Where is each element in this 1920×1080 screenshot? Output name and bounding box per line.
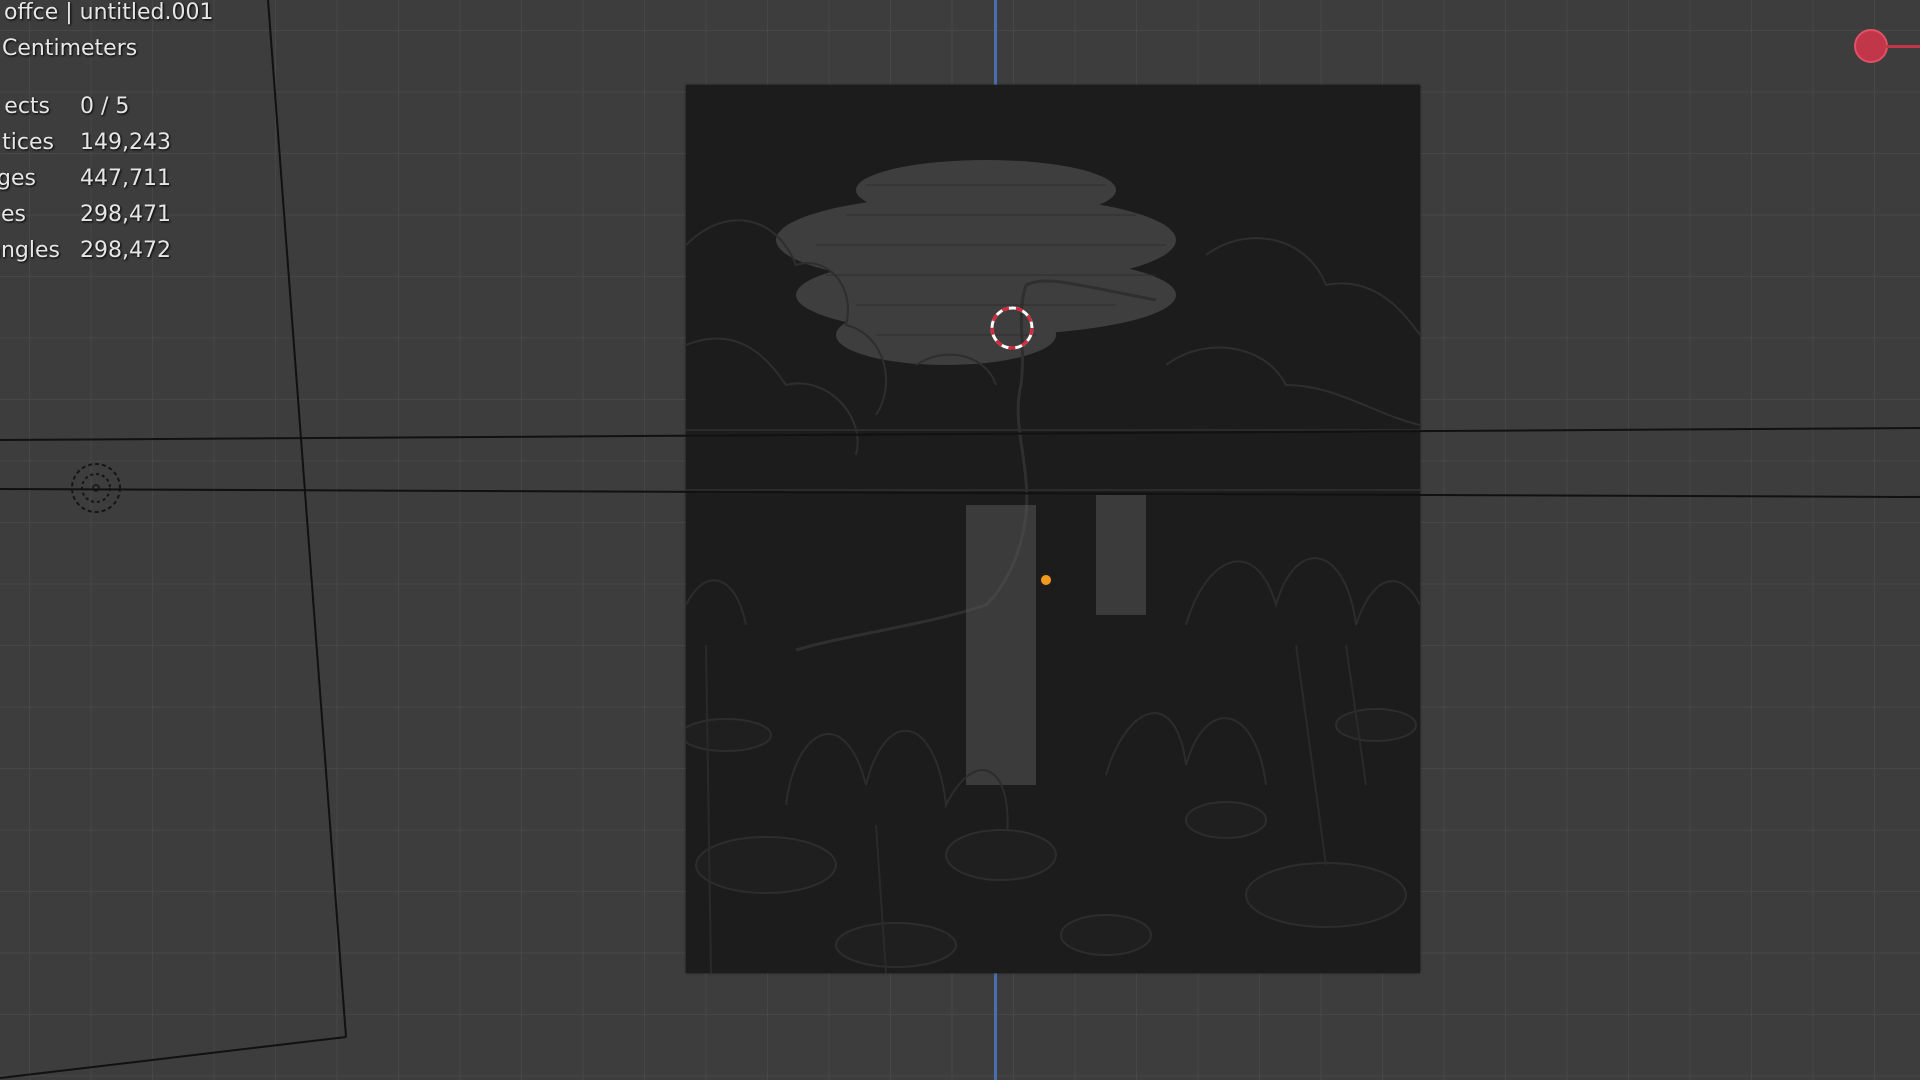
viewport-units: Centimeters [2,36,138,61]
stat-label: es [1,202,26,227]
stat-label: angles [0,238,60,263]
x-axis-gizmo-icon[interactable] [1854,29,1888,63]
viewport-title: offce | untitled.001 [4,0,214,25]
stat-label: ges [0,166,36,191]
stat-value: 447,711 [80,166,171,191]
stat-label: tices [2,130,54,155]
stat-value: 0 / 5 [80,94,130,119]
stat-value: 298,471 [80,202,171,227]
x-axis-gizmo-line [1886,45,1920,48]
3d-viewport[interactable]: offce | untitled.001 Centimeters ects 0 … [0,0,1920,1080]
image-plane-object[interactable] [686,85,1420,973]
stat-label: ects [4,94,50,119]
image-plane-artwork [686,160,1420,973]
object-origin-icon [1040,574,1052,586]
light-icon[interactable] [69,461,123,515]
stat-value: 298,472 [80,238,171,263]
3d-cursor-icon[interactable] [989,305,1035,351]
stat-value: 149,243 [80,130,171,155]
